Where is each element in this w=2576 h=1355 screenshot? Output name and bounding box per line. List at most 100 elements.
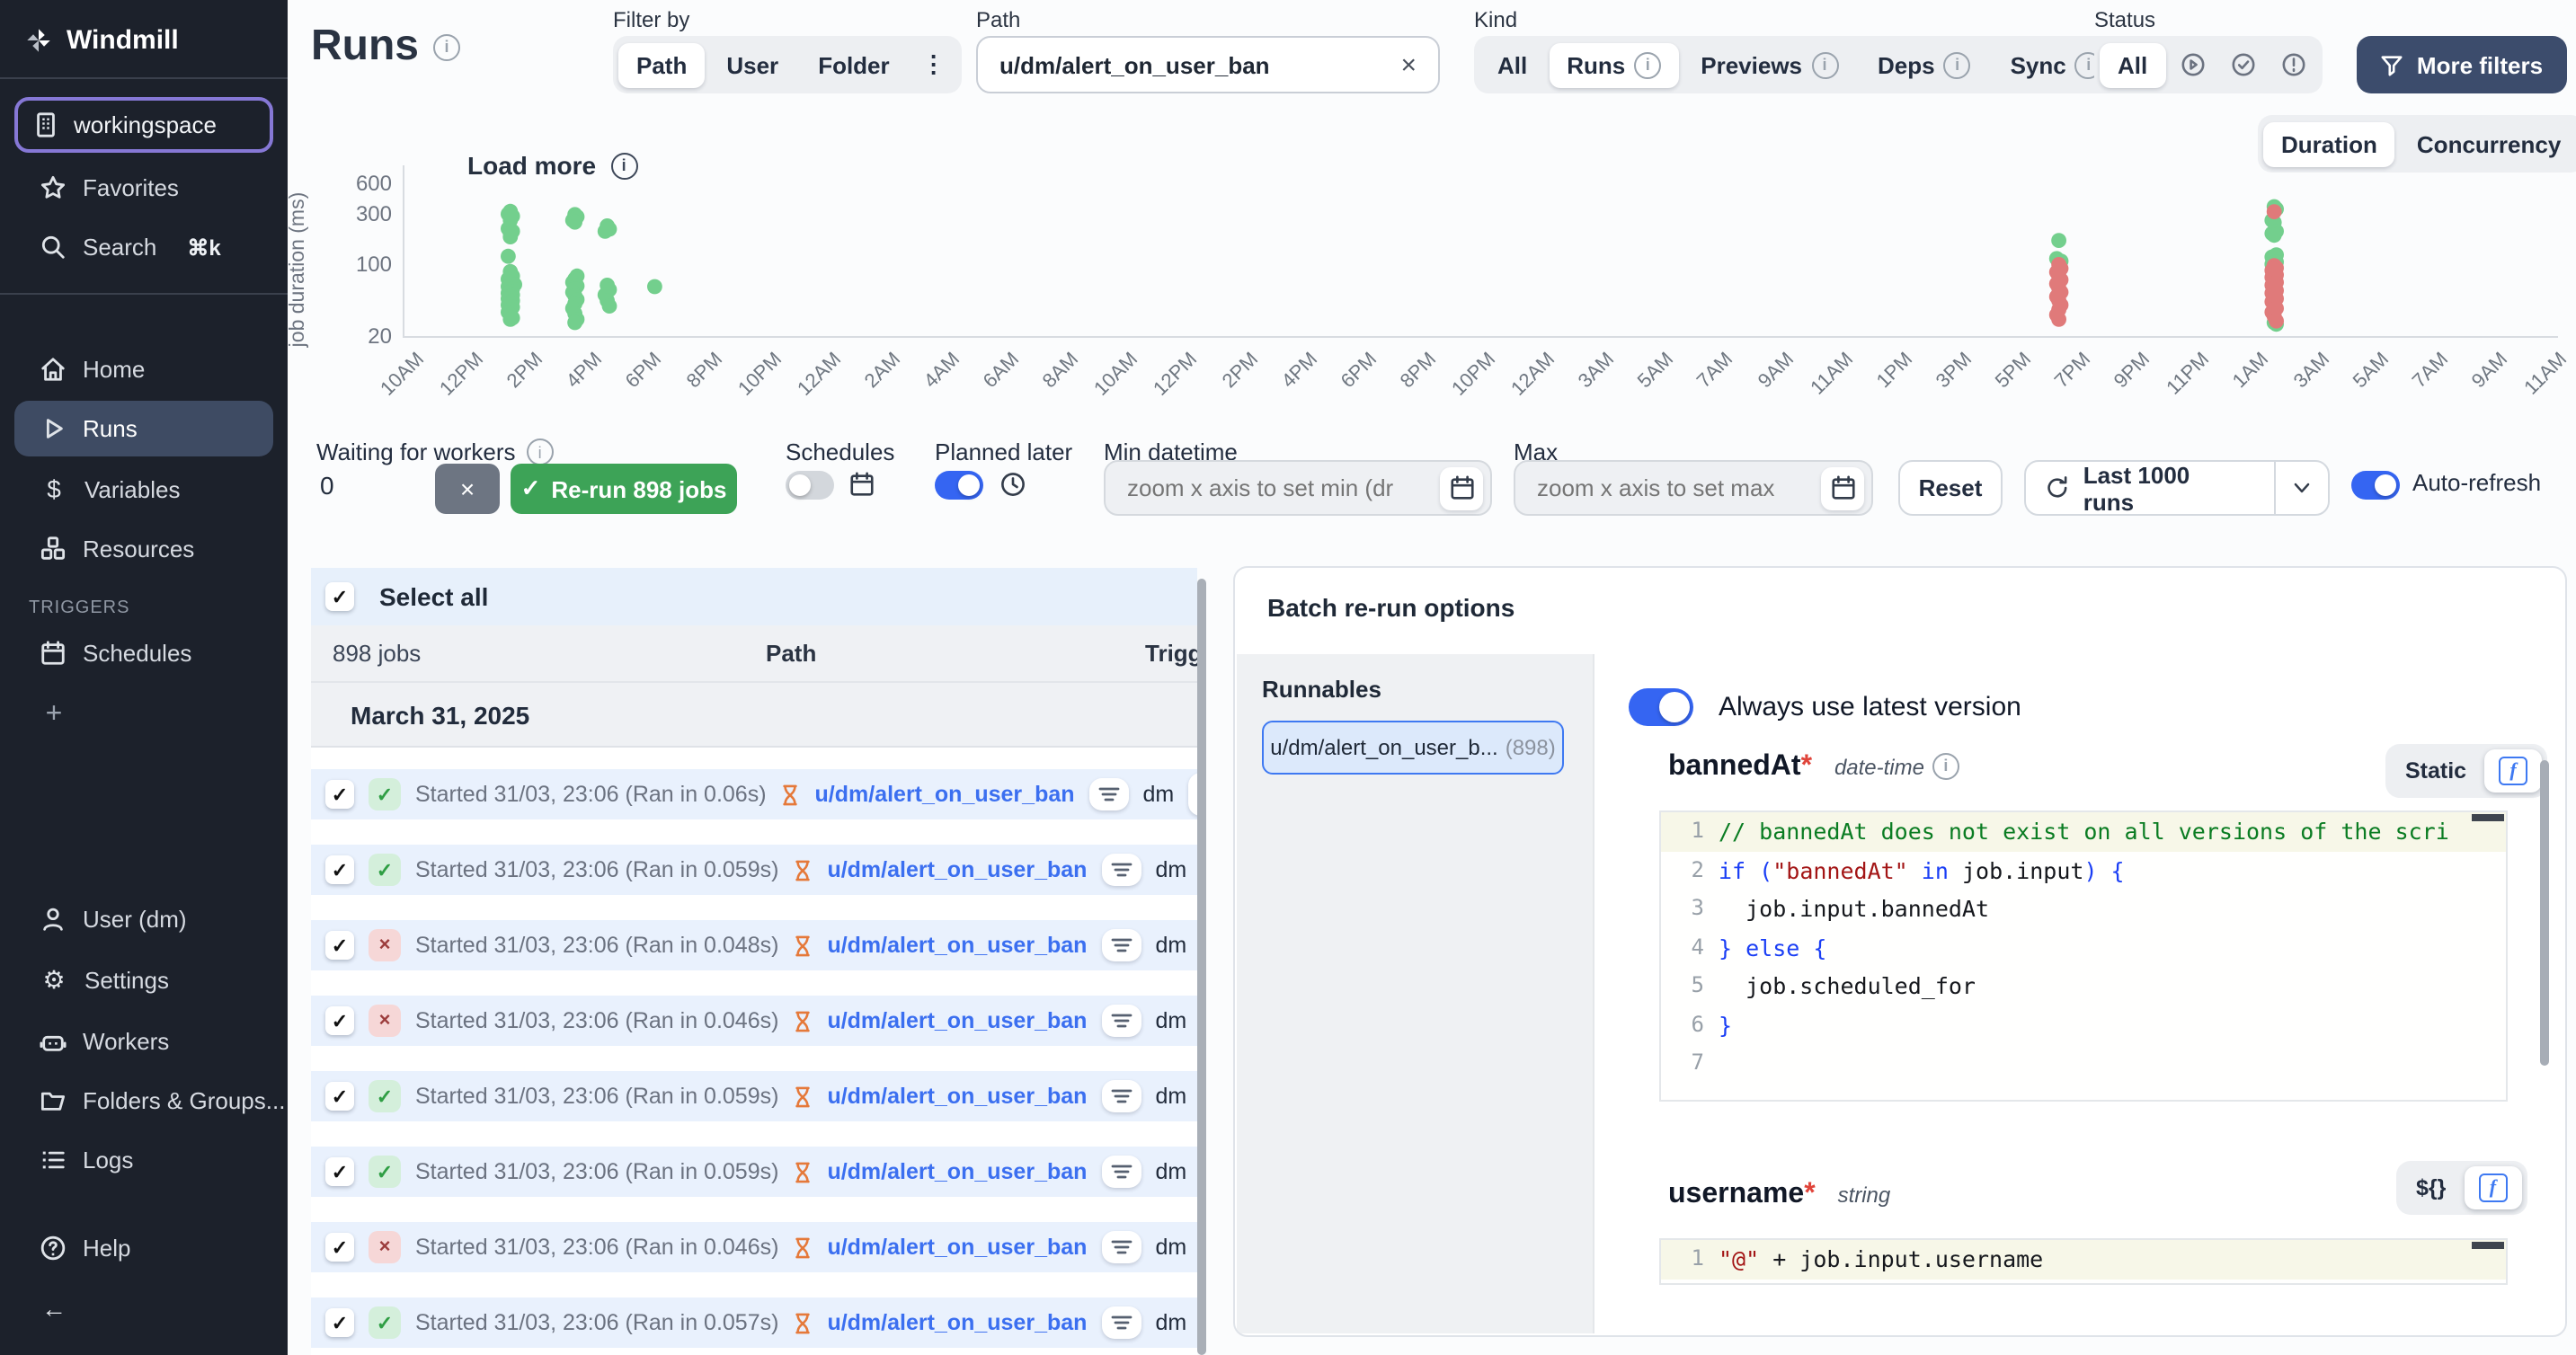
max-datetime-input[interactable] (1533, 473, 1821, 503)
bannedat-code-editor[interactable]: 1// bannedAt does not exist on all versi… (1659, 810, 2508, 1102)
sidebar-item-resources[interactable]: Resources (14, 521, 273, 577)
scatter-point-failure[interactable] (2269, 314, 2284, 329)
panel-scrollbar[interactable] (2540, 760, 2549, 1066)
row-filter-button[interactable] (1101, 1306, 1141, 1339)
min-datetime-picker-button[interactable] (1440, 466, 1483, 509)
collapse-sidebar-button[interactable]: ← (14, 1280, 273, 1337)
kind-tab-runs[interactable]: Runsi (1549, 42, 1679, 87)
code-line[interactable]: 1"@" + job.input.username (1661, 1240, 2506, 1279)
filter-tab-folder[interactable]: Folder (800, 42, 907, 87)
sidebar-item-help[interactable]: Help (14, 1220, 273, 1276)
planned-later-toggle[interactable] (935, 471, 983, 500)
run-path-link[interactable]: u/dm/alert_on_user_ban (827, 1084, 1087, 1109)
filter-more-menu[interactable]: ⋮ (911, 41, 956, 88)
row-filter-button[interactable] (1101, 929, 1141, 961)
run-path-link[interactable]: u/dm/alert_on_user_ban (815, 782, 1075, 807)
status-tab-all[interactable]: All (2100, 42, 2165, 87)
scatter-point-success[interactable] (598, 224, 613, 239)
row-checkbox[interactable]: ✓ (325, 855, 354, 884)
sidebar-item-home[interactable]: Home (14, 341, 273, 397)
clear-path-icon[interactable]: × (1397, 49, 1420, 80)
sidebar-item-folders-groups[interactable]: Folders & Groups... (14, 1073, 273, 1129)
status-tab-success[interactable] (2219, 43, 2266, 86)
row-filter-button[interactable] (1101, 854, 1141, 886)
username-mode-function[interactable]: f (2464, 1166, 2521, 1209)
row-filter-button[interactable] (1089, 778, 1129, 810)
run-path-link[interactable]: u/dm/alert_on_user_ban (827, 933, 1087, 958)
sidebar-item-runs[interactable]: Runs (14, 401, 273, 456)
row-filter-button[interactable] (1101, 1080, 1141, 1112)
sidebar-item-user[interactable]: User (dm) (14, 891, 273, 947)
scatter-point-failure[interactable] (2051, 312, 2066, 327)
run-path-link[interactable]: u/dm/alert_on_user_ban (827, 1008, 1087, 1033)
runnable-item[interactable]: u/dm/alert_on_user_b... (898) (1262, 721, 1564, 775)
run-path-link[interactable]: u/dm/alert_on_user_ban (827, 1235, 1087, 1260)
row-checkbox[interactable]: ✓ (325, 1157, 354, 1186)
table-row[interactable]: ✓✓Started 31/03, 23:06 (Ran in 0.06s)u/d… (311, 769, 1197, 819)
workspace-switcher[interactable]: workingspace (14, 97, 273, 153)
always-latest-toggle[interactable] (1629, 688, 1693, 726)
sidebar-item-schedules[interactable]: Schedules (14, 625, 273, 681)
table-row[interactable]: ✓×Started 31/03, 23:06 (Ran in 0.048s)u/… (311, 920, 1197, 970)
max-datetime-picker-button[interactable] (1821, 466, 1864, 509)
scatter-point-success[interactable] (567, 215, 582, 230)
table-row[interactable]: ✓✓Started 31/03, 23:06 (Ran in 0.059s)u/… (311, 1147, 1197, 1197)
row-checkbox[interactable]: ✓ (325, 1082, 354, 1111)
sidebar-item-logs[interactable]: Logs (14, 1132, 273, 1188)
code-line[interactable]: 1// bannedAt does not exist on all versi… (1661, 812, 2506, 851)
filter-tab-path[interactable]: Path (618, 42, 705, 87)
run-path-link[interactable]: u/dm/alert_on_user_ban (827, 1310, 1087, 1335)
code-line[interactable]: 4} else { (1661, 928, 2506, 967)
reset-button[interactable]: Reset (1898, 460, 2003, 516)
runs-range-chevron-button[interactable] (2274, 462, 2328, 514)
row-checkbox[interactable]: ✓ (325, 1308, 354, 1337)
rerun-jobs-button[interactable]: ✓ Re-run 898 jobs (511, 464, 737, 514)
kind-tab-all[interactable]: All (1479, 42, 1545, 87)
scatter-point-success[interactable] (501, 249, 516, 264)
row-checkbox[interactable]: ✓ (325, 931, 354, 960)
row-action-button[interactable] (1188, 773, 1197, 816)
kind-tab-deps[interactable]: Depsi (1860, 42, 1989, 87)
scatter-point-success[interactable] (567, 315, 582, 331)
row-filter-button[interactable] (1101, 1231, 1141, 1263)
editor-scrollbar[interactable] (2472, 1242, 2504, 1249)
row-filter-button[interactable] (1101, 1156, 1141, 1188)
schedules-toggle[interactable] (786, 471, 834, 500)
sidebar-item-variables[interactable]: $ Variables (14, 460, 273, 518)
code-line[interactable]: 2if ("bannedAt" in job.input) { (1661, 851, 2506, 890)
add-trigger-button[interactable]: + (14, 685, 273, 746)
run-path-link[interactable]: u/dm/alert_on_user_ban (827, 1159, 1087, 1184)
scatter-point-success[interactable] (502, 312, 518, 327)
row-filter-button[interactable] (1101, 1005, 1141, 1037)
scatter-point-success[interactable] (647, 279, 662, 295)
cancel-selection-button[interactable]: × (435, 464, 500, 514)
info-icon[interactable]: i (433, 33, 460, 60)
username-code-editor[interactable]: 1"@" + job.input.username (1659, 1238, 2508, 1285)
path-filter-input[interactable] (996, 49, 1397, 80)
row-checkbox[interactable]: ✓ (325, 1006, 354, 1035)
code-line[interactable]: 7 (1661, 1044, 2506, 1083)
panel-resize-handle[interactable] (1197, 579, 1206, 1355)
row-checkbox[interactable]: ✓ (325, 780, 354, 809)
run-path-link[interactable]: u/dm/alert_on_user_ban (827, 857, 1087, 882)
select-all-checkbox[interactable]: ✓ (325, 582, 354, 611)
table-row[interactable]: ✓✓Started 31/03, 23:06 (Ran in 0.057s)u/… (311, 1297, 1197, 1348)
scatter-point-failure[interactable] (2267, 204, 2282, 219)
table-row[interactable]: ✓×Started 31/03, 23:06 (Ran in 0.046s)u/… (311, 1222, 1197, 1272)
sidebar-item-favorites[interactable]: Favorites (14, 160, 273, 216)
bannedat-mode-function[interactable]: f (2484, 749, 2542, 793)
min-datetime-input[interactable] (1124, 473, 1440, 503)
more-filters-button[interactable]: More filters (2357, 36, 2567, 93)
bannedat-mode-static[interactable]: Static (2391, 751, 2481, 791)
runs-range-dropdown[interactable]: Last 1000 runs (2024, 460, 2330, 516)
table-row[interactable]: ✓✓Started 31/03, 23:06 (Ran in 0.059s)u/… (311, 845, 1197, 895)
table-row[interactable]: ✓✓Started 31/03, 23:06 (Ran in 0.059s)u/… (311, 1071, 1197, 1121)
status-tab-failure[interactable] (2270, 43, 2316, 86)
code-line[interactable]: 6} (1661, 1005, 2506, 1044)
kind-tab-previews[interactable]: Previewsi (1683, 42, 1856, 87)
status-tab-running[interactable] (2169, 43, 2216, 86)
auto-refresh-toggle[interactable] (2351, 471, 2400, 500)
filter-tab-user[interactable]: User (708, 42, 796, 87)
username-mode-template[interactable]: ${} (2402, 1168, 2460, 1208)
scatter-point-success[interactable] (602, 298, 617, 314)
